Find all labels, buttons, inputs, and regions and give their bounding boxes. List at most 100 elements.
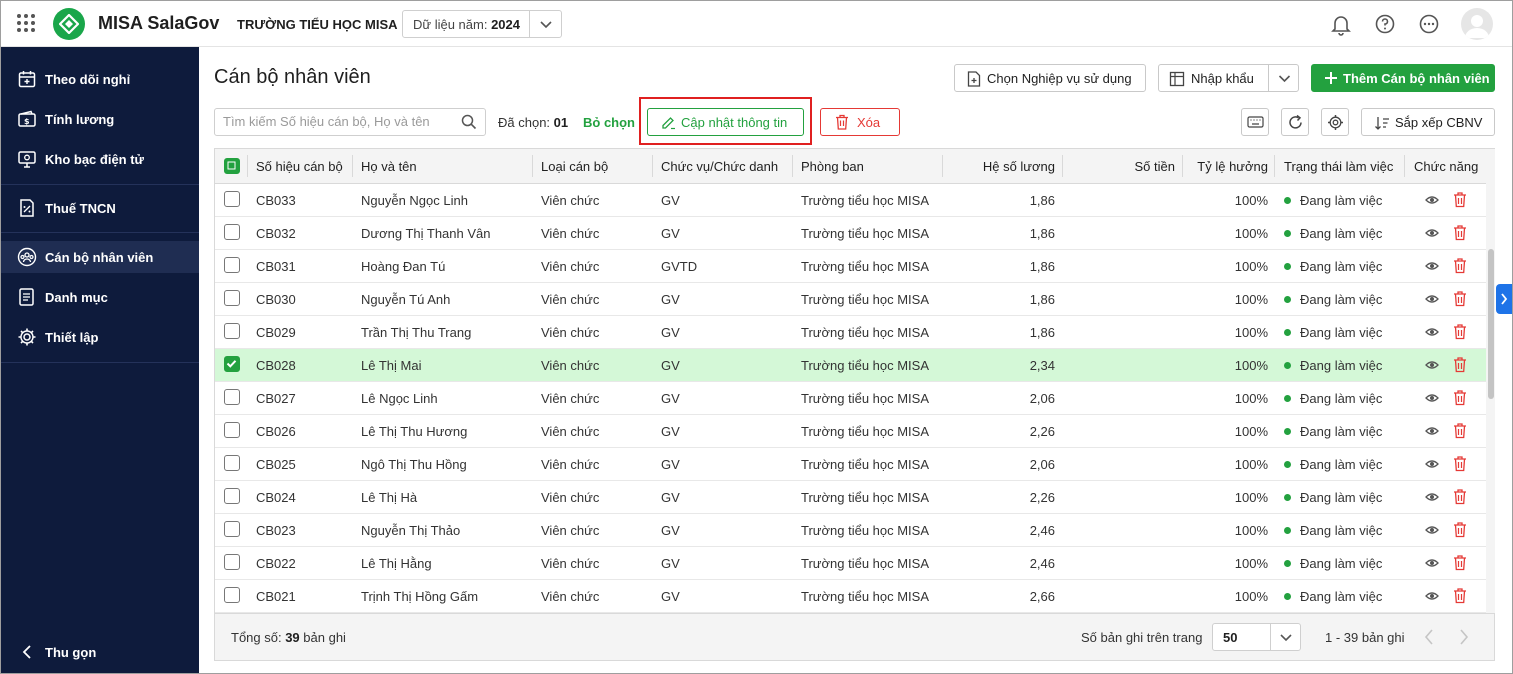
table-row[interactable]: CB024 Lê Thị Hà Viên chức GV Trường tiểu học…: [215, 481, 1486, 514]
row-checkbox[interactable]: [224, 455, 240, 471]
eye-icon[interactable]: [1425, 523, 1439, 537]
trash-icon[interactable]: [1453, 521, 1467, 538]
eye-icon[interactable]: [1425, 556, 1439, 570]
row-checkbox[interactable]: [224, 488, 240, 504]
expand-panel-tab[interactable]: [1496, 284, 1512, 314]
sidebar-item-thiet-lap[interactable]: Thiết lập: [1, 321, 199, 353]
sort-staff-button[interactable]: Sắp xếp CBNV: [1361, 108, 1495, 136]
deselect-link[interactable]: Bỏ chọn: [583, 115, 635, 130]
choose-business-button[interactable]: Chọn Nghiệp vụ sử dụng: [954, 64, 1146, 92]
column-header-salary-coefficient[interactable]: Hệ số lương: [950, 159, 1055, 174]
search-box[interactable]: [214, 108, 486, 136]
chevron-left-icon[interactable]: [1423, 628, 1435, 649]
eye-icon[interactable]: [1425, 490, 1439, 504]
row-checkbox[interactable]: [224, 587, 240, 603]
table-row[interactable]: CB028 Lê Thị Mai Viên chức GV Trường tiểu họ…: [215, 349, 1486, 382]
sidebar-item-kho-bac[interactable]: Kho bạc điện tử: [1, 143, 199, 175]
eye-icon[interactable]: [1425, 589, 1439, 603]
row-checkbox[interactable]: [224, 389, 240, 405]
delete-button[interactable]: Xóa: [820, 108, 900, 136]
column-header-name[interactable]: Họ và tên: [361, 159, 417, 174]
table-row[interactable]: CB029 Trần Thị Thu Trang Viên chức GV Trường…: [215, 316, 1486, 349]
eye-icon[interactable]: [1425, 193, 1439, 207]
add-staff-button[interactable]: Thêm Cán bộ nhân viên: [1311, 64, 1495, 92]
chevron-down-icon[interactable]: [529, 11, 561, 37]
column-header-status[interactable]: Trạng thái làm việc: [1284, 159, 1393, 174]
chevron-down-icon[interactable]: [1270, 624, 1300, 650]
table-row[interactable]: CB031 Hoàng Đan Tú Viên chức GVTD Trường tiể…: [215, 250, 1486, 283]
vertical-scrollbar[interactable]: [1486, 149, 1495, 613]
search-icon[interactable]: [461, 114, 477, 133]
row-checkbox[interactable]: [224, 224, 240, 240]
row-checkbox[interactable]: [224, 356, 240, 372]
sidebar-item-can-bo-nhan-vien[interactable]: Cán bộ nhân viên: [1, 241, 199, 273]
row-checkbox[interactable]: [224, 521, 240, 537]
table-row[interactable]: CB021 Trịnh Thị Hồng Gấm Viên chức GV Trường…: [215, 580, 1486, 613]
scrollbar-thumb[interactable]: [1488, 249, 1494, 399]
row-checkbox[interactable]: [224, 323, 240, 339]
eye-icon[interactable]: [1425, 358, 1439, 372]
trash-icon[interactable]: [1453, 554, 1467, 571]
eye-icon[interactable]: [1425, 292, 1439, 306]
keyboard-button[interactable]: [1241, 108, 1269, 136]
trash-icon[interactable]: [1453, 191, 1467, 208]
trash-icon[interactable]: [1453, 257, 1467, 274]
refresh-button[interactable]: [1281, 108, 1309, 136]
trash-icon[interactable]: [1453, 422, 1467, 439]
trash-icon[interactable]: [1453, 224, 1467, 241]
table-row[interactable]: CB022 Lê Thị Hằng Viên chức GV Trường tiểu h…: [215, 547, 1486, 580]
row-checkbox[interactable]: [224, 191, 240, 207]
trash-icon[interactable]: [1453, 290, 1467, 307]
staff-name-cell: Lê Ngọc Linh: [361, 391, 438, 406]
column-header-rate[interactable]: Tỷ lệ hưởng: [1190, 159, 1268, 174]
trash-icon[interactable]: [1453, 488, 1467, 505]
avatar[interactable]: [1461, 8, 1493, 40]
trash-icon[interactable]: [1453, 587, 1467, 604]
row-checkbox[interactable]: [224, 554, 240, 570]
sidebar-collapse-button[interactable]: Thu gọn: [1, 636, 199, 668]
help-icon[interactable]: [1373, 12, 1397, 36]
row-checkbox[interactable]: [224, 422, 240, 438]
chevron-right-icon[interactable]: [1458, 628, 1470, 649]
sidebar-item-tinh-luong[interactable]: $ Tính lương: [1, 103, 199, 135]
year-select[interactable]: Dữ liệu năm: 2024: [402, 10, 562, 38]
column-header-id[interactable]: Số hiệu cán bộ: [256, 159, 343, 174]
records-per-page-select[interactable]: 50: [1212, 623, 1301, 651]
eye-icon[interactable]: [1425, 391, 1439, 405]
sidebar-item-thue-tncn[interactable]: Thuế TNCN: [1, 192, 199, 224]
department-cell: Trường tiểu học MISA: [801, 589, 930, 604]
column-header-amount[interactable]: Số tiền: [1070, 159, 1175, 174]
settings-button[interactable]: [1321, 108, 1349, 136]
bell-icon[interactable]: [1329, 12, 1353, 36]
table-row[interactable]: CB025 Ngô Thị Thu Hồng Viên chức GV Trường t…: [215, 448, 1486, 481]
eye-icon[interactable]: [1425, 259, 1439, 273]
row-checkbox[interactable]: [224, 257, 240, 273]
table-row[interactable]: CB026 Lê Thị Thu Hương Viên chức GV Trường t…: [215, 415, 1486, 448]
column-header-department[interactable]: Phòng ban: [801, 159, 864, 174]
table-row[interactable]: CB023 Nguyễn Thị Thảo Viên chức GV Trường ti…: [215, 514, 1486, 547]
trash-icon[interactable]: [1453, 389, 1467, 406]
trash-icon[interactable]: [1453, 356, 1467, 373]
import-button[interactable]: Nhập khẩu: [1158, 64, 1299, 92]
eye-icon[interactable]: [1425, 325, 1439, 339]
eye-icon[interactable]: [1425, 226, 1439, 240]
app-grid-icon[interactable]: [17, 14, 35, 32]
row-checkbox[interactable]: [224, 290, 240, 306]
table-row[interactable]: CB027 Lê Ngọc Linh Viên chức GV Trường tiểu …: [215, 382, 1486, 415]
staff-type-cell: Viên chức: [541, 226, 600, 241]
trash-icon[interactable]: [1453, 323, 1467, 340]
sidebar-item-theo-doi-nghi[interactable]: Theo dõi nghỉ: [1, 63, 199, 95]
table-row[interactable]: CB032 Dương Thị Thanh Vân Viên chức GV Trườn…: [215, 217, 1486, 250]
chevron-down-icon[interactable]: [1268, 65, 1299, 91]
sidebar-item-danh-muc[interactable]: Danh mục: [1, 281, 199, 313]
more-icon[interactable]: [1417, 12, 1441, 36]
search-input[interactable]: [223, 114, 453, 129]
eye-icon[interactable]: [1425, 457, 1439, 471]
column-header-type[interactable]: Loại cán bộ: [541, 159, 608, 174]
column-header-position[interactable]: Chức vụ/Chức danh: [661, 159, 778, 174]
table-row[interactable]: CB033 Nguyễn Ngọc Linh Viên chức GV Trường t…: [215, 184, 1486, 217]
select-all-checkbox[interactable]: [224, 158, 240, 174]
table-row[interactable]: CB030 Nguyễn Tú Anh Viên chức GV Trường tiểu…: [215, 283, 1486, 316]
eye-icon[interactable]: [1425, 424, 1439, 438]
trash-icon[interactable]: [1453, 455, 1467, 472]
